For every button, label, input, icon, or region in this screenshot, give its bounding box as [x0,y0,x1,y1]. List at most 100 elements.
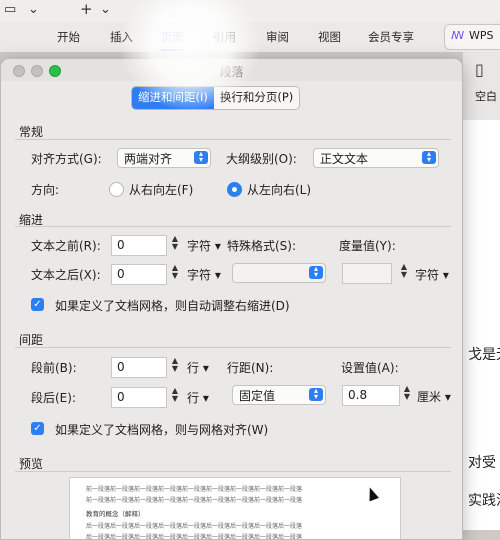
divider [15,347,451,348]
special-format-select[interactable]: ▴ ▾ [232,263,326,283]
add-icon[interactable]: + [80,0,93,18]
indent-after-unit[interactable]: 字符 ▾ [187,266,221,283]
preview-line: 前一段落前一段落前一段落前一段落前一段落前一段落前一段落前一段落前一段落 [86,497,303,504]
menu-reference[interactable]: 引用 [213,29,236,45]
indent-before-value: 0 [117,238,125,252]
special-format-label: 特殊格式(S): [227,239,297,253]
line-spacing-select[interactable]: 固定值 ▴ ▾ [232,385,326,405]
unit-text: 字符 [187,268,212,282]
section-spacing: 间距 [19,333,44,347]
section-general: 常规 [19,125,44,139]
outline-level-select[interactable]: 正文文本 ▴ ▾ [313,148,439,168]
space-after-stepper[interactable]: ▲ ▼ [169,387,181,406]
preview-line: 教育的概念（解释） [86,510,145,518]
doc-text-line: 对受 [468,455,496,471]
ltr-label[interactable]: 从左向右(L) [247,181,311,198]
dialog-titlebar: 段落 [1,59,462,81]
rtl-radio[interactable] [109,182,124,197]
space-after-label: 段后(E): [31,391,76,405]
document-canvas: 戈是无 对受 实践活 [462,120,500,530]
doc-text-line: 实践活 [468,493,500,509]
grid-align-label[interactable]: 如果定义了文档网格，则与网格对齐(W) [55,421,268,438]
menu-start[interactable]: 开始 [57,29,80,45]
ribbon-panel: ▯ 空白 [462,52,500,120]
unit-text: 字符 [415,268,440,282]
measure-input[interactable] [342,263,392,284]
updown-arrow-icon: ▴ ▾ [309,265,323,279]
line-spacing-label: 行距(N): [227,361,274,375]
menu-view[interactable]: 视图 [318,29,341,45]
auto-adjust-label[interactable]: 如果定义了文档网格，则自动调整右缩进(D) [55,297,290,314]
setting-value-input[interactable]: 0.8 [342,385,400,406]
chevron-down-icon[interactable]: ⌄ [28,2,39,17]
line-spacing-value: 固定值 [239,389,276,403]
indent-after-input[interactable]: 0 [111,264,167,285]
updown-arrow-icon: ▴ ▾ [194,150,208,164]
indent-after-value: 0 [117,267,125,281]
updown-arrow-icon: ▴ ▾ [422,150,436,164]
measure-unit[interactable]: 字符 ▾ [415,266,449,283]
unit-text: 字符 [187,239,212,253]
wps-logo-icon: ꟿ [451,29,465,42]
unit-text: 行 [187,361,200,375]
doc-text-line: 戈是无 [468,347,500,363]
alignment-label: 对齐方式(G): [31,152,102,166]
space-after-input[interactable]: 0 [111,387,167,408]
preview-line: 后一段落后一段落后一段落后一段落后一段落后一段落后一段落后一段落后一段落 [86,534,303,540]
setting-value-stepper[interactable]: ▲ ▼ [401,385,413,404]
wps-ai-button[interactable]: ꟿ WPS [444,24,500,50]
divider [15,139,451,140]
indent-before-unit[interactable]: 字符 ▾ [187,237,221,254]
chevron-down-icon[interactable]: ⌄ [100,2,111,17]
paragraph-dialog: 段落 缩进和间距(I) 换行和分页(P) 常规 对齐方式(G): 两端对齐 ▴ ▾… [0,58,463,540]
dialog-title: 段落 [219,65,244,79]
indent-before-stepper[interactable]: ▲ ▼ [169,235,181,254]
wps-label: WPS [469,29,494,42]
grid-align-checkbox[interactable]: ✓ [31,422,44,435]
indent-before-label: 文本之前(R): [31,239,101,253]
outline-level-label: 大纲级别(O): [226,152,297,166]
unit-text: 行 [187,391,200,405]
divider [15,471,451,472]
app-toolbar: ▭ ⌄ + ⌄ [0,0,500,23]
updown-arrow-icon: ▴ ▾ [309,387,323,401]
menu-review[interactable]: 审阅 [266,29,289,45]
alignment-select[interactable]: 两端对齐 ▴ ▾ [117,148,211,168]
blank-page-icon: ▯ [475,60,484,79]
tab-line-page-break[interactable]: 换行和分页(P) [213,87,300,109]
direction-label: 方向: [31,183,60,197]
unit-text: 厘米 [417,390,442,404]
blank-page-label[interactable]: 空白 [475,88,497,104]
outline-level-value: 正文文本 [320,152,369,166]
space-before-label: 段前(B): [31,361,77,375]
section-preview: 预览 [19,457,44,471]
measure-label: 度量值(Y): [339,239,396,253]
space-after-value: 0 [117,390,125,404]
tab-indent-spacing[interactable]: 缩进和间距(I) [132,87,214,109]
rtl-label[interactable]: 从右向左(F) [129,181,193,198]
preview-line: 后一段落后一段落后一段落后一段落后一段落后一段落后一段落后一段落后一段落 [86,523,303,530]
menu-insert[interactable]: 插入 [110,29,133,45]
space-before-stepper[interactable]: ▲ ▼ [169,357,181,376]
preview-line: 前一段落前一段落前一段落前一段落前一段落前一段落前一段落前一段落前一段落 [86,486,303,493]
tab-bar: 缩进和间距(I) 换行和分页(P) [131,86,301,110]
setting-value-label: 设置值(A): [341,361,399,375]
window-icon[interactable]: ▭ [4,2,16,17]
space-before-input[interactable]: 0 [111,357,167,378]
setting-value: 0.8 [348,388,368,402]
menu-page[interactable]: 页面 [161,29,184,51]
ltr-radio[interactable] [227,182,242,197]
auto-adjust-checkbox[interactable]: ✓ [31,298,44,311]
menu-member[interactable]: 会员专享 [368,29,414,45]
space-after-unit[interactable]: 行 ▾ [187,389,209,406]
indent-before-input[interactable]: 0 [111,235,167,256]
measure-stepper[interactable]: ▲ ▼ [398,263,410,282]
divider [15,226,451,227]
setting-value-unit[interactable]: 厘米 ▾ [417,388,451,405]
indent-after-stepper[interactable]: ▲ ▼ [169,264,181,283]
indent-after-label: 文本之后(X): [31,268,101,282]
paragraph-preview: 前一段落前一段落前一段落前一段落前一段落前一段落前一段落前一段落前一段落 前一段… [69,477,401,540]
alignment-value: 两端对齐 [124,152,173,166]
space-before-unit[interactable]: 行 ▾ [187,359,209,376]
ribbon-menu: 开始 插入 页面 引用 审阅 视图 会员专享 [0,22,500,52]
